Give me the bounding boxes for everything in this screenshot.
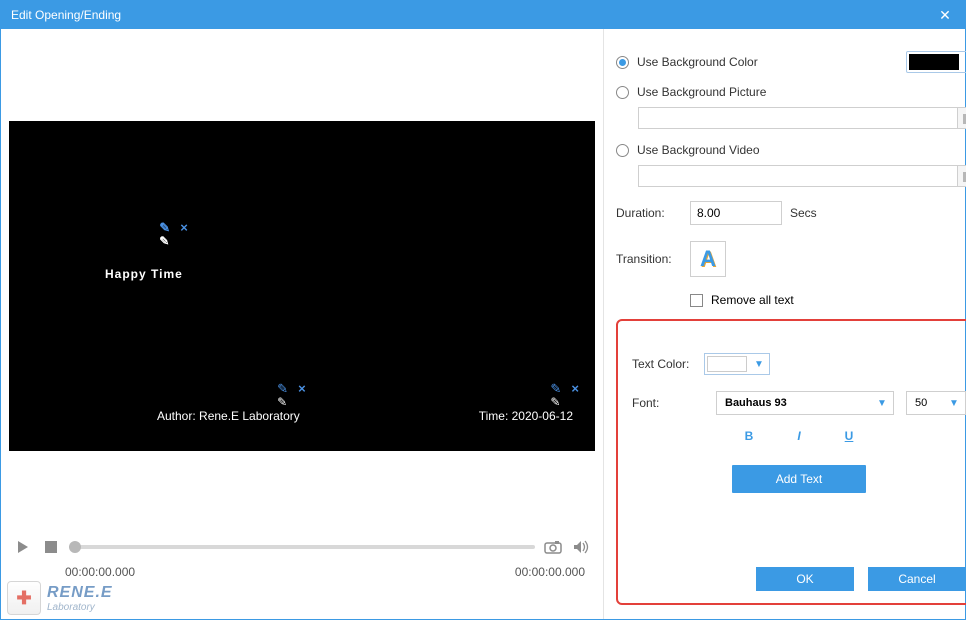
- textcolor-row: Text Color: ▼: [632, 353, 966, 375]
- overlay-time-text: Time: 2020-06-12: [479, 409, 573, 423]
- folder-icon[interactable]: [958, 107, 966, 129]
- font-size-value: 50: [907, 397, 943, 409]
- close-icon[interactable]: ✕: [935, 7, 955, 24]
- pencil-icon[interactable]: ✎: [159, 221, 172, 234]
- add-text-button[interactable]: Add Text: [732, 465, 866, 493]
- remove-all-checkbox[interactable]: [690, 294, 703, 307]
- stop-icon[interactable]: [41, 537, 61, 557]
- transition-picker[interactable]: A: [690, 241, 726, 277]
- watermark: ✚ RENE.E Laboratory: [7, 581, 113, 615]
- seek-slider[interactable]: [69, 545, 535, 549]
- window-title: Edit Opening/Ending: [11, 8, 121, 22]
- bg-color-label: Use Background Color: [637, 55, 758, 69]
- video-preview[interactable]: ✎ × Happy Time ✎ × Author: Rene.E Labora…: [9, 121, 595, 451]
- bg-video-label: Use Background Video: [637, 143, 760, 157]
- cancel-button[interactable]: Cancel: [868, 567, 966, 591]
- font-label: Font:: [632, 396, 704, 410]
- italic-button[interactable]: I: [797, 429, 800, 443]
- radio-bg-video[interactable]: [616, 144, 629, 157]
- overlay-author[interactable]: ✎ × Author: Rene.E Laboratory: [157, 404, 300, 425]
- bg-color-picker[interactable]: ▼: [906, 51, 966, 73]
- chevron-down-icon: ▼: [943, 398, 965, 409]
- overlay-title[interactable]: ✎ × Happy Time: [105, 243, 183, 288]
- bg-picture-label: Use Background Picture: [637, 85, 766, 99]
- close-icon[interactable]: ×: [298, 382, 306, 395]
- radio-bg-picture[interactable]: [616, 86, 629, 99]
- transition-row: Transition: A: [616, 241, 966, 277]
- bg-picture-path-input[interactable]: [638, 107, 958, 129]
- text-panel: Text Color: ▼ Font: Bauhaus 93 ▼ 50 ▼: [616, 319, 966, 605]
- radio-bg-color[interactable]: [616, 56, 629, 69]
- add-text-label: Add Text: [776, 472, 822, 486]
- watermark-icon: ✚: [7, 581, 41, 615]
- pencil-icon[interactable]: ✎: [277, 382, 290, 395]
- folder-icon[interactable]: [958, 165, 966, 187]
- dialog-button-row: OK Cancel: [632, 567, 966, 591]
- textcolor-swatch: [707, 356, 747, 372]
- preview-wrap: ✎ × Happy Time ✎ × Author: Rene.E Labora…: [1, 121, 603, 451]
- bg-color-swatch: [909, 54, 959, 70]
- font-style-row: B I U: [632, 429, 966, 443]
- duration-row: Duration: Secs: [616, 201, 966, 225]
- chevron-down-icon: ▼: [961, 52, 966, 72]
- camera-icon[interactable]: [543, 537, 563, 557]
- overlay-title-text: Happy Time: [105, 267, 183, 281]
- watermark-line1: RENE.E: [47, 584, 113, 602]
- font-name-value: Bauhaus 93: [717, 397, 871, 409]
- seek-thumb[interactable]: [69, 541, 81, 553]
- dialog-body: ✎ × Happy Time ✎ × Author: Rene.E Labora…: [1, 29, 965, 619]
- cancel-label: Cancel: [898, 572, 935, 586]
- overlay-time[interactable]: ✎ × Time: 2020-06-12: [479, 404, 573, 425]
- font-row: Font: Bauhaus 93 ▼ 50 ▼: [632, 391, 966, 415]
- right-pane: Use Background Color ▼ Use Background Pi…: [603, 29, 966, 619]
- pencil-icon[interactable]: ✎: [550, 382, 563, 395]
- watermark-line2: Laboratory: [47, 602, 113, 613]
- player-bar: [1, 529, 603, 565]
- volume-icon[interactable]: [571, 537, 591, 557]
- bg-color-row: Use Background Color ▼: [616, 51, 966, 73]
- underline-button[interactable]: U: [845, 429, 854, 443]
- bg-video-path-row: [638, 165, 966, 187]
- font-size-combo[interactable]: 50 ▼: [906, 391, 966, 415]
- left-pane: ✎ × Happy Time ✎ × Author: Rene.E Labora…: [1, 29, 603, 619]
- overlay-author-text: Author: Rene.E Laboratory: [157, 409, 300, 423]
- duration-unit: Secs: [790, 206, 817, 220]
- bg-video-row: Use Background Video: [616, 143, 966, 157]
- font-name-combo[interactable]: Bauhaus 93 ▼: [716, 391, 894, 415]
- ok-label: OK: [796, 572, 813, 586]
- duration-label: Duration:: [616, 206, 690, 220]
- overlay-author-controls: ✎ ×: [277, 382, 306, 395]
- textcolor-picker[interactable]: ▼: [704, 353, 770, 375]
- time-readout: 00:00:00.000 00:00:00.000: [1, 565, 603, 579]
- textcolor-label: Text Color:: [632, 357, 704, 371]
- duration-input[interactable]: [690, 201, 782, 225]
- time-left: 00:00:00.000: [65, 565, 135, 579]
- time-right: 00:00:00.000: [515, 565, 585, 579]
- watermark-text: RENE.E Laboratory: [47, 584, 113, 613]
- transition-thumb-icon: A: [700, 246, 716, 272]
- chevron-down-icon: ▼: [749, 354, 769, 374]
- dialog-window: Edit Opening/Ending ✕ ✎ × Happy Time: [0, 0, 966, 620]
- bg-video-path-input[interactable]: [638, 165, 958, 187]
- titlebar: Edit Opening/Ending ✕: [1, 1, 965, 29]
- play-icon[interactable]: [13, 537, 33, 557]
- remove-all-label: Remove all text: [711, 293, 794, 307]
- transition-label: Transition:: [616, 252, 690, 266]
- bg-picture-row: Use Background Picture: [616, 85, 966, 99]
- overlay-title-controls: ✎ ×: [159, 221, 189, 234]
- ok-button[interactable]: OK: [756, 567, 854, 591]
- overlay-time-controls: ✎ ×: [550, 382, 579, 395]
- remove-all-row: Remove all text: [690, 293, 966, 307]
- close-icon[interactable]: ×: [571, 382, 579, 395]
- bold-button[interactable]: B: [745, 429, 754, 443]
- close-icon[interactable]: ×: [180, 221, 189, 234]
- bg-picture-path-row: [638, 107, 966, 129]
- chevron-down-icon: ▼: [871, 398, 893, 409]
